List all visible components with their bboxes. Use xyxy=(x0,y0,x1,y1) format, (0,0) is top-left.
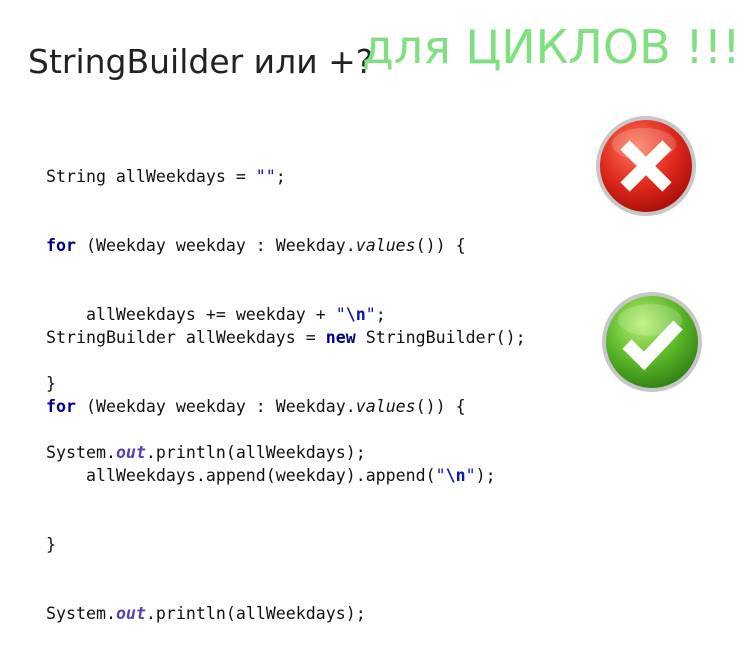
code-line: StringBuilder allWeekdays = new StringBu… xyxy=(46,328,526,347)
slide-title: StringBuilder или +? xyxy=(28,42,374,81)
code-line: String allWeekdays = ""; xyxy=(46,167,286,186)
code-line: allWeekdays.append(weekday).append("\n")… xyxy=(46,466,496,485)
loops-note: для ЦИКЛОВ !!! xyxy=(362,20,741,74)
cross-icon xyxy=(594,114,698,218)
code-line: for (Weekday weekday : Weekday.values())… xyxy=(46,397,466,416)
code-line: for (Weekday weekday : Weekday.values())… xyxy=(46,236,466,255)
code-line: } xyxy=(46,535,56,554)
code-line: System.out.println(allWeekdays); xyxy=(46,604,366,623)
check-icon xyxy=(600,290,704,394)
code-block-stringbuilder: StringBuilder allWeekdays = new StringBu… xyxy=(46,280,526,648)
